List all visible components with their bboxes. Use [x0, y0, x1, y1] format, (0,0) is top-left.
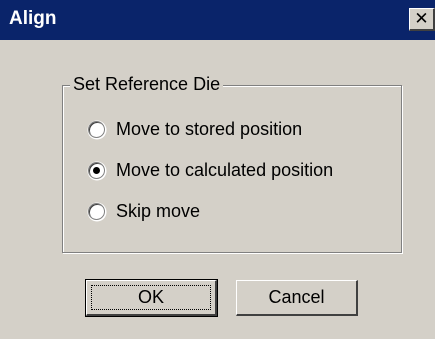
- radio-label: Skip move: [116, 201, 201, 221]
- title-bar[interactable]: Align ✕: [0, 0, 435, 40]
- radio-button-selected-icon[interactable]: [88, 161, 105, 179]
- radio-button-icon[interactable]: [88, 120, 105, 138]
- radio-skip-move[interactable]: Skip move: [88, 198, 200, 224]
- group-label: Set Reference Die: [70, 73, 224, 95]
- radio-button-icon[interactable]: [88, 202, 105, 220]
- align-dialog: Align ✕ Set Reference Die Move to stored…: [0, 0, 435, 339]
- radio-label: Move to stored position: [116, 119, 303, 139]
- radio-label: Move to calculated position: [116, 160, 334, 180]
- radio-move-stored[interactable]: Move to stored position: [88, 116, 302, 142]
- cancel-button[interactable]: Cancel: [236, 280, 358, 316]
- ok-button-label: OK: [137, 287, 164, 307]
- close-button[interactable]: ✕: [409, 8, 435, 31]
- ok-button[interactable]: OK: [85, 279, 218, 317]
- radio-move-calculated[interactable]: Move to calculated position: [88, 157, 333, 183]
- close-icon: ✕: [414, 8, 429, 29]
- cancel-button-label: Cancel: [268, 287, 325, 307]
- window-title: Align: [9, 8, 57, 29]
- radio-dot-icon: [93, 166, 100, 174]
